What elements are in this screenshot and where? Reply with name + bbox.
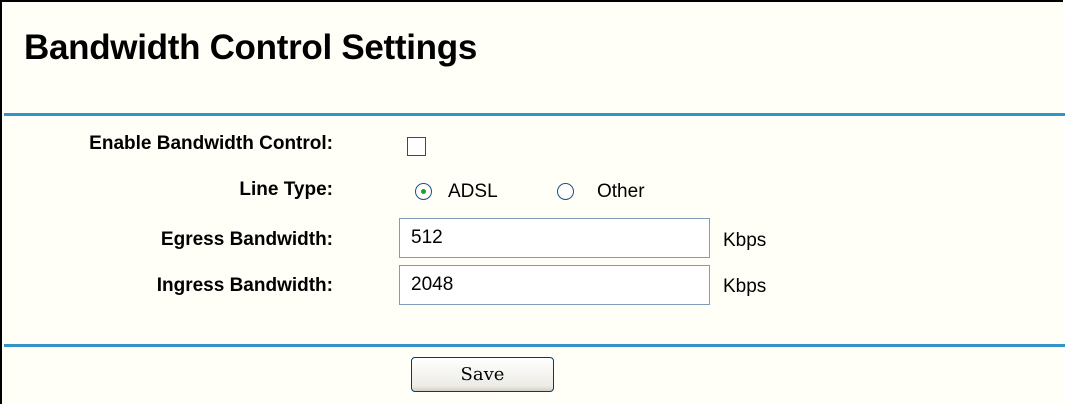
page-title: Bandwidth Control Settings [24, 28, 477, 67]
line-type-other-label[interactable]: Other [597, 181, 645, 203]
ingress-bandwidth-input[interactable]: 2048 [399, 265, 710, 305]
line-type-label: Line Type: [239, 179, 333, 200]
settings-panel: Bandwidth Control Settings Enable Bandwi… [0, 0, 1065, 404]
line-type-other-radio[interactable] [557, 183, 574, 200]
save-button[interactable]: Save [411, 357, 554, 392]
enable-bandwidth-control-checkbox[interactable] [407, 137, 426, 156]
enable-bandwidth-control-label: Enable Bandwidth Control: [89, 133, 333, 154]
egress-bandwidth-label: Egress Bandwidth: [160, 229, 333, 250]
line-type-adsl-radio[interactable] [415, 183, 432, 200]
ingress-bandwidth-label: Ingress Bandwidth: [156, 275, 333, 296]
divider-top [4, 113, 1065, 116]
radio-selected-dot [421, 189, 426, 194]
egress-unit-label: Kbps [723, 230, 767, 251]
ingress-unit-label: Kbps [723, 276, 767, 297]
line-type-adsl-label[interactable]: ADSL [448, 181, 498, 203]
egress-bandwidth-input[interactable]: 512 [399, 218, 710, 258]
divider-bottom [4, 344, 1065, 347]
